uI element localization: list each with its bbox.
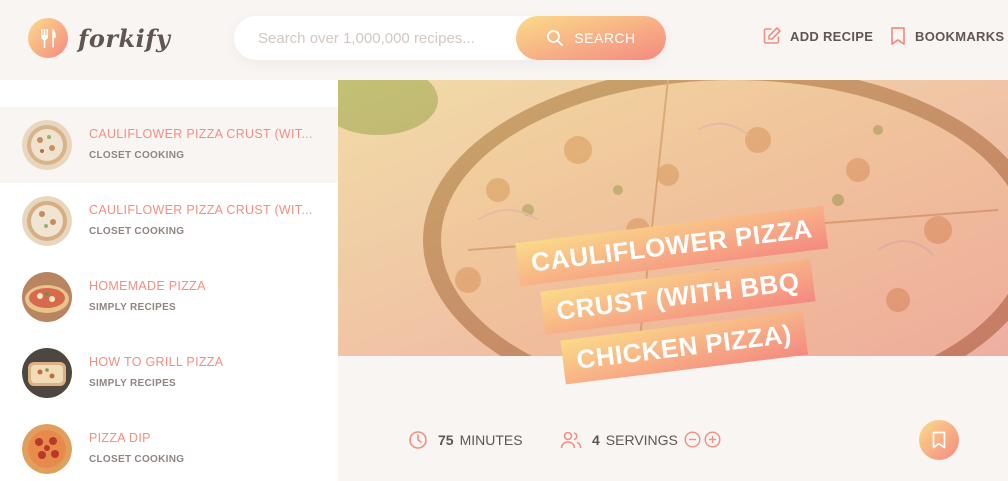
result-publisher: CLOSET COOKING <box>89 226 185 237</box>
logo[interactable]: forkify <box>28 18 171 58</box>
bookmark-recipe-button[interactable] <box>919 420 959 460</box>
result-item[interactable]: CAULIFLOWER PIZZA CRUST (WIT... CLOSET C… <box>0 183 338 259</box>
fork-knife-icon <box>28 18 68 58</box>
minus-circle-icon[interactable] <box>684 431 701 448</box>
bookmark-icon <box>891 27 905 45</box>
users-icon <box>560 431 582 449</box>
result-publisher: SIMPLY RECIPES <box>89 378 177 389</box>
add-recipe-label: ADD RECIPE <box>790 28 874 44</box>
result-title: HOMEMADE PIZZA <box>89 279 206 293</box>
result-publisher: CLOSET COOKING <box>89 150 185 161</box>
cooking-time-unit: MINUTES <box>459 432 523 448</box>
servings-stepper <box>684 431 721 448</box>
search-input[interactable] <box>258 16 498 60</box>
header: forkify SEARCH ADD RECIPE BOOKMARKS <box>0 0 1008 80</box>
recipe-details: 75 MINUTES 4 SERVINGS <box>338 420 1008 460</box>
clock-icon <box>409 431 427 449</box>
result-title: PIZZA DIP <box>89 431 151 445</box>
result-item[interactable]: HOW TO GRILL PIZZA SIMPLY RECIPES <box>0 335 338 411</box>
recipe-thumbnail <box>22 272 72 322</box>
search-icon <box>547 30 564 46</box>
cooking-time-value: 75 <box>438 432 454 448</box>
servings-unit: SERVINGS <box>605 432 678 448</box>
edit-icon <box>763 27 781 44</box>
recipe-thumbnail <box>22 348 72 398</box>
cooking-time: 75 MINUTES <box>408 430 523 450</box>
search-button-label: SEARCH <box>574 30 636 46</box>
result-title: CAULIFLOWER PIZZA CRUST (WIT... <box>89 203 313 217</box>
result-title: HOW TO GRILL PIZZA <box>89 355 224 369</box>
servings-value: 4 <box>592 432 600 448</box>
add-recipe-button[interactable]: ADD RECIPE <box>762 26 873 46</box>
result-item[interactable]: HOMEMADE PIZZA SIMPLY RECIPES <box>0 259 338 335</box>
bookmarks-label: BOOKMARKS <box>915 28 1005 44</box>
search-bar: SEARCH <box>234 16 666 60</box>
plus-circle-icon[interactable] <box>704 431 721 448</box>
search-results: CAULIFLOWER PIZZA CRUST (WIT... CLOSET C… <box>0 80 338 481</box>
result-item[interactable]: CAULIFLOWER PIZZA CRUST (WIT... CLOSET C… <box>0 107 338 183</box>
search-button[interactable]: SEARCH <box>516 16 666 60</box>
recipe-thumbnail <box>22 120 72 170</box>
recipe-thumbnail <box>22 196 72 246</box>
result-title: CAULIFLOWER PIZZA CRUST (WIT... <box>89 127 313 141</box>
result-publisher: SIMPLY RECIPES <box>89 302 177 313</box>
logo-text: forkify <box>78 23 171 53</box>
bookmarks-button[interactable]: BOOKMARKS <box>889 26 1004 46</box>
servings: 4 SERVINGS <box>560 430 678 450</box>
result-item[interactable]: PIZZA DIP CLOSET COOKING <box>0 411 338 481</box>
bookmark-icon <box>932 431 946 449</box>
result-publisher: CLOSET COOKING <box>89 454 185 465</box>
recipe-view: CAULIFLOWER PIZZA CRUST (WITH BBQ CHICKE… <box>338 80 1008 481</box>
recipe-thumbnail <box>22 424 72 474</box>
